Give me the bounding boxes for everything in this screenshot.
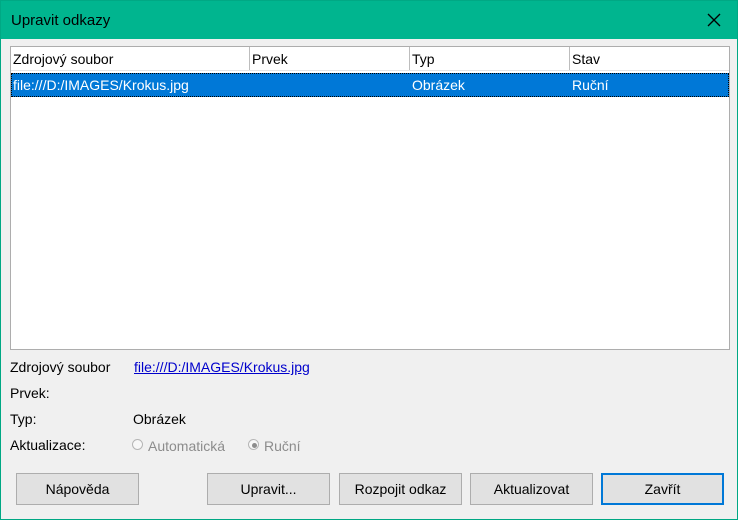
edit-button[interactable]: Upravit... [207, 473, 330, 505]
links-list[interactable]: Zdrojový soubor Prvek Typ Stav file:///D… [10, 46, 730, 350]
radio-dot [252, 443, 257, 448]
radio-automatic-label: Automatická [148, 438, 226, 454]
table-row[interactable]: file:///D:/IMAGES/Krokus.jpg Obrázek Ruč… [11, 73, 729, 97]
list-header: Zdrojový soubor Prvek Typ Stav [11, 47, 729, 71]
row-type-cell: Obrázek [412, 77, 465, 93]
column-header-source[interactable]: Zdrojový soubor [11, 47, 250, 70]
dialog-title: Upravit odkazy [11, 12, 111, 29]
radio-circle-selected [248, 439, 259, 450]
title-bar: Upravit odkazy [1, 1, 737, 39]
break-link-button[interactable]: Rozpojit odkaz [339, 473, 462, 505]
close-icon [707, 13, 721, 27]
update-button[interactable]: Aktualizovat [470, 473, 593, 505]
source-file-link[interactable]: file:///D:/IMAGES/Krokus.jpg [134, 359, 310, 375]
row-source-cell: file:///D:/IMAGES/Krokus.jpg [13, 77, 189, 93]
radio-circle [132, 439, 143, 450]
radio-manual-label: Ruční [264, 438, 301, 454]
column-header-element[interactable]: Prvek [250, 47, 410, 70]
close-window-button[interactable] [691, 1, 737, 39]
update-label: Aktualizace: [10, 437, 86, 453]
help-button[interactable]: Nápověda [16, 473, 139, 505]
edit-links-dialog: Upravit odkazy Zdrojový soubor Prvek Typ… [0, 0, 738, 520]
element-label: Prvek: [10, 385, 50, 401]
type-label: Typ: [10, 411, 37, 427]
row-status-cell: Ruční [572, 77, 609, 93]
column-header-type[interactable]: Typ [410, 47, 570, 70]
row-element-cell [250, 73, 410, 97]
close-button[interactable]: Zavřít [601, 473, 724, 505]
source-file-label: Zdrojový soubor [10, 359, 111, 375]
column-header-status[interactable]: Stav [570, 47, 729, 70]
type-value: Obrázek [133, 411, 186, 427]
